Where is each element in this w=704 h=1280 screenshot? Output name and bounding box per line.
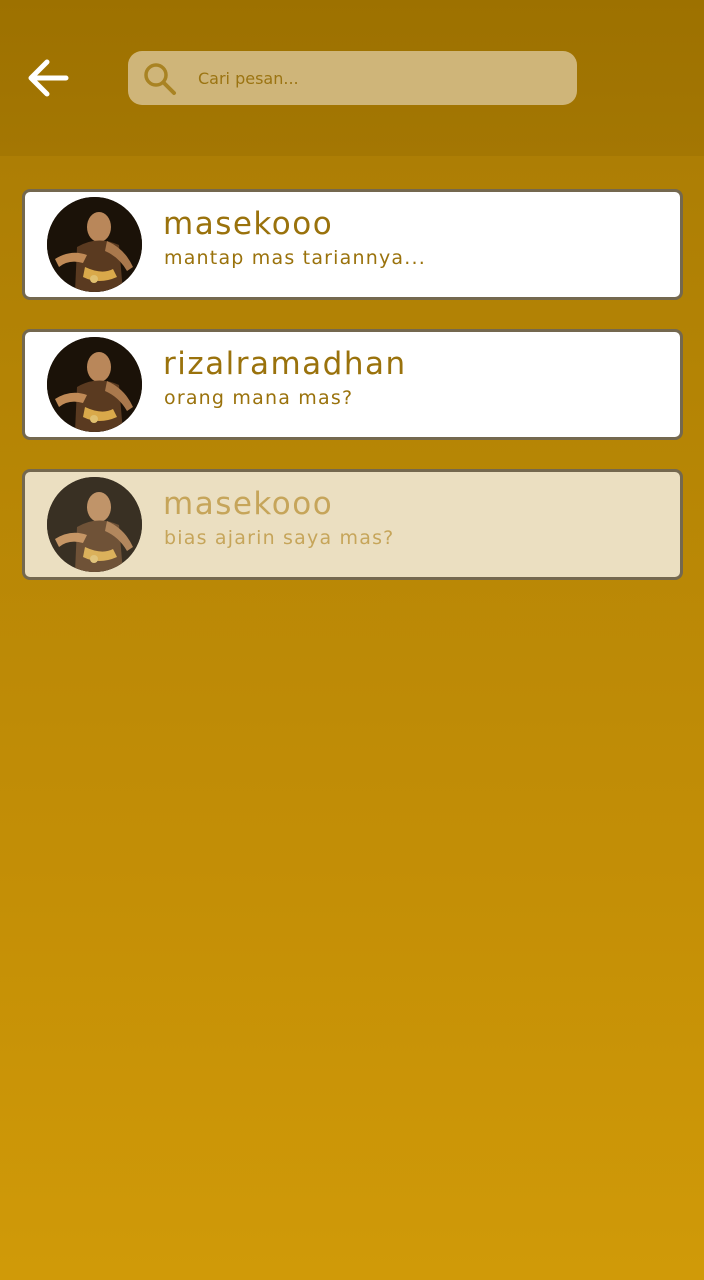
- chat-preview: orang mana mas?: [164, 387, 354, 409]
- chat-name: masekooo: [163, 486, 334, 522]
- dancer-photo: [47, 477, 142, 572]
- search-bar[interactable]: [128, 51, 577, 105]
- dancer-photo: [47, 197, 142, 292]
- back-button[interactable]: [20, 52, 76, 104]
- chat-preview: mantap mas tariannya...: [164, 247, 426, 269]
- chat-preview: bias ajarin saya mas?: [164, 527, 395, 549]
- chat-item[interactable]: rizalramadhan orang mana mas?: [22, 329, 683, 440]
- search-icon: [144, 63, 176, 95]
- arrow-left-icon: [28, 59, 69, 97]
- top-bar: [0, 0, 704, 156]
- chat-item[interactable]: masekooo mantap mas tariannya...: [22, 189, 683, 300]
- search-input[interactable]: [198, 51, 558, 105]
- chat-name: rizalramadhan: [163, 346, 407, 382]
- chat-name: masekooo: [163, 206, 334, 242]
- avatar[interactable]: [47, 477, 142, 572]
- dancer-photo: [47, 337, 142, 432]
- chat-list: masekooo mantap mas tariannya... rizalra…: [22, 189, 683, 609]
- avatar[interactable]: [47, 197, 142, 292]
- chat-item[interactable]: masekooo bias ajarin saya mas?: [22, 469, 683, 580]
- avatar[interactable]: [47, 337, 142, 432]
